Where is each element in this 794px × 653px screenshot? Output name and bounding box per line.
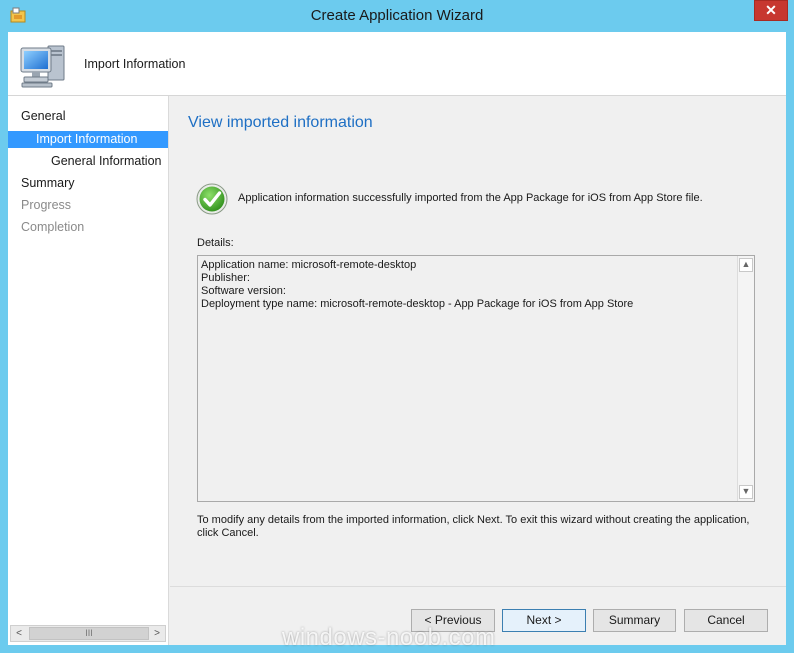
success-message: Application information successfully imp… [238, 192, 703, 204]
checkmark-icon [196, 183, 228, 215]
watermark-text: windows-noob.com [282, 624, 496, 651]
summary-button[interactable]: Summary [593, 609, 676, 632]
wizard-client-area: Import Information General Import Inform… [8, 32, 786, 645]
details-text[interactable]: Application name: microsoft-remote-deskt… [201, 259, 735, 311]
scroll-down-icon[interactable]: ▼ [739, 485, 753, 499]
wizard-nav: General Import Information General Infor… [8, 96, 169, 645]
instruction-text: To modify any details from the imported … [197, 514, 750, 539]
scroll-right-icon[interactable]: > [149, 626, 165, 641]
close-button[interactable]: ✕ [754, 0, 788, 21]
nav-item-general-information[interactable]: General Information [8, 153, 168, 170]
close-icon: ✕ [765, 2, 777, 18]
scrollbar-thumb[interactable]: III [29, 627, 149, 640]
wizard-header: Import Information [8, 32, 786, 96]
wizard-main-panel: View imported information Application in… [170, 96, 786, 586]
wizard-window: Create Application Wizard ✕ Import Infor… [0, 0, 794, 653]
cancel-button[interactable]: Cancel [684, 609, 768, 632]
details-textbox[interactable]: Application name: microsoft-remote-deskt… [197, 255, 755, 502]
nav-horizontal-scrollbar[interactable]: < III > [10, 625, 166, 642]
title-bar[interactable]: Create Application Wizard ✕ [0, 0, 794, 32]
nav-item-completion: Completion [21, 220, 85, 234]
scroll-up-icon[interactable]: ▲ [739, 258, 753, 272]
nav-item-progress: Progress [21, 198, 72, 212]
nav-item-general[interactable]: General [8, 108, 168, 125]
window-title: Create Application Wizard [310, 7, 484, 24]
details-label: Details: [197, 237, 234, 249]
nav-item-import-information[interactable]: Import Information [8, 131, 168, 148]
header-title: Import Information [84, 57, 186, 71]
computer-icon [20, 45, 65, 88]
scroll-left-icon[interactable]: < [11, 626, 27, 641]
nav-item-summary[interactable]: Summary [8, 175, 168, 192]
next-button[interactable]: Next > [502, 609, 586, 632]
details-vertical-scrollbar[interactable]: ▲ ▼ [737, 256, 754, 501]
page-title: View imported information [188, 114, 373, 131]
